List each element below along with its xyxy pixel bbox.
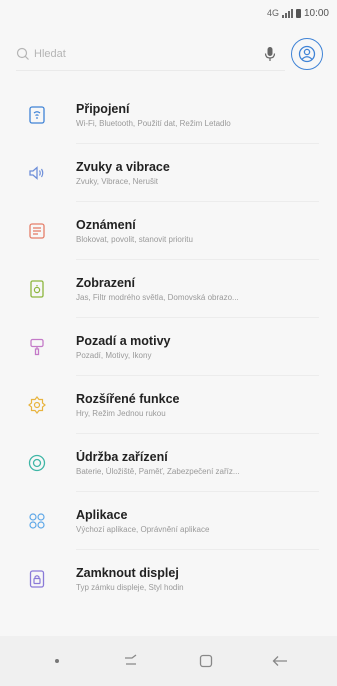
notifications-icon <box>26 220 48 242</box>
settings-item-title: Zamknout displej <box>76 566 179 580</box>
back-button[interactable] <box>260 646 300 676</box>
settings-item-subtitle: Výchozí aplikace, Oprávnění aplikace <box>76 525 210 534</box>
settings-item-subtitle: Blokovat, povolit, stanovit prioritu <box>76 235 193 244</box>
home-button[interactable] <box>186 646 226 676</box>
settings-item-subtitle: Jas, Filtr modrého světla, Domovská obra… <box>76 293 239 302</box>
settings-item-title: Oznámení <box>76 218 136 232</box>
back-icon <box>272 656 287 666</box>
settings-item-display[interactable]: Zobrazení Jas, Filtr modrého světla, Dom… <box>0 260 337 318</box>
settings-item-subtitle: Typ zámku displeje, Styl hodin <box>76 583 184 592</box>
account-icon <box>298 45 316 63</box>
network-type: 4G <box>266 8 279 18</box>
settings-item-title: Aplikace <box>76 508 128 522</box>
search-icon <box>16 47 29 60</box>
wallpaper-icon <box>26 336 48 358</box>
settings-list: Připojení Wi-Fi, Bluetooth, Použití dat,… <box>0 86 337 608</box>
settings-item-subtitle: Wi-Fi, Bluetooth, Použití dat, Režim Let… <box>76 119 231 128</box>
settings-item-subtitle: Baterie, Úložiště, Paměť, Zabezpečení za… <box>76 467 240 476</box>
recents-icon <box>125 654 137 665</box>
signal-icon <box>281 8 293 18</box>
settings-item-lock-screen[interactable]: Zamknout displej Typ zámku displeje, Sty… <box>0 550 337 608</box>
settings-item-title: Připojení <box>76 102 130 116</box>
settings-item-maintenance[interactable]: Údržba zařízení Baterie, Úložiště, Paměť… <box>0 434 337 492</box>
settings-item-subtitle: Pozadí, Motivy, Ikony <box>76 351 152 360</box>
settings-item-sounds[interactable]: Zvuky a vibrace Zvuky, Vibrace, Nerušit <box>0 144 337 202</box>
mic-icon[interactable] <box>255 39 285 69</box>
settings-item-subtitle: Hry, Režim Jednou rukou <box>76 409 166 418</box>
account-button[interactable] <box>291 38 323 70</box>
sound-icon <box>26 162 48 184</box>
settings-item-title: Zobrazení <box>76 276 136 290</box>
navigation-bar <box>0 636 337 686</box>
settings-item-notifications[interactable]: Oznámení Blokovat, povolit, stanovit pri… <box>0 202 337 260</box>
search-placeholder: Hledat <box>34 47 66 60</box>
recents-button[interactable] <box>111 646 151 676</box>
display-icon <box>26 278 48 300</box>
advanced-features-icon <box>26 394 48 416</box>
settings-item-title: Pozadí a motivy <box>76 334 171 348</box>
lock-screen-icon <box>26 568 48 590</box>
settings-item-advanced[interactable]: Rozšířené funkce Hry, Režim Jednou rukou <box>0 376 337 434</box>
home-icon <box>199 654 212 668</box>
dot-indicator <box>37 646 77 676</box>
settings-item-title: Zvuky a vibrace <box>76 160 170 174</box>
settings-item-title: Rozšířené funkce <box>76 392 180 406</box>
battery-icon <box>295 8 301 18</box>
status-bar: 4G 10:00 <box>0 0 337 26</box>
connections-icon <box>26 104 48 126</box>
search-row: Hledat <box>0 26 337 76</box>
settings-item-wallpapers[interactable]: Pozadí a motivy Pozadí, Motivy, Ikony <box>0 318 337 376</box>
apps-icon <box>26 510 48 532</box>
status-time: 10:00 <box>303 7 329 19</box>
settings-item-title: Údržba zařízení <box>76 450 168 464</box>
settings-item-subtitle: Zvuky, Vibrace, Nerušit <box>76 177 158 186</box>
device-maintenance-icon <box>26 452 48 474</box>
settings-item-connections[interactable]: Připojení Wi-Fi, Bluetooth, Použití dat,… <box>0 86 337 144</box>
search-input[interactable]: Hledat <box>16 37 285 71</box>
settings-item-apps[interactable]: Aplikace Výchozí aplikace, Oprávnění apl… <box>0 492 337 550</box>
